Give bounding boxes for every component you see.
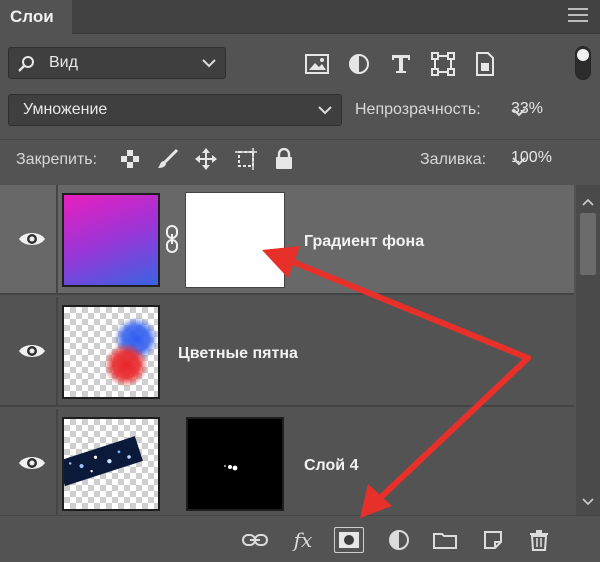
layers-list: Градиент фона Цветные пятна Слой 4 bbox=[0, 185, 574, 515]
blend-mode-label: Умножение bbox=[23, 101, 108, 118]
chevron-down-icon[interactable] bbox=[511, 153, 591, 174]
group-icon[interactable] bbox=[430, 526, 460, 554]
opacity-label: Непрозрачность: bbox=[355, 101, 481, 118]
layer-row[interactable]: Цветные пятна bbox=[0, 297, 574, 407]
type-filter-icon[interactable] bbox=[386, 49, 416, 79]
tab-layers[interactable]: Слои bbox=[0, 0, 72, 34]
layers-panel: Слои Вид Умножение Непрозрачность: 33% З… bbox=[0, 0, 600, 562]
lock-all-icon[interactable] bbox=[272, 147, 296, 171]
layer-mask-thumbnail[interactable] bbox=[185, 192, 285, 288]
eye-icon[interactable] bbox=[18, 341, 46, 361]
layer-style-icon[interactable]: fx bbox=[288, 526, 318, 554]
eye-icon[interactable] bbox=[18, 229, 46, 249]
layer-mask-thumbnail[interactable] bbox=[186, 417, 284, 511]
visibility-column bbox=[0, 409, 58, 515]
fx-label[interactable]: fx bbox=[294, 528, 313, 552]
layer-row[interactable]: Слой 4 bbox=[0, 409, 574, 515]
layer-thumbnail[interactable] bbox=[62, 193, 160, 287]
layer-thumbnail[interactable] bbox=[62, 417, 160, 511]
link-icon[interactable] bbox=[165, 225, 179, 253]
scroll-down-icon[interactable] bbox=[582, 493, 594, 511]
lock-label: Закрепить: bbox=[16, 151, 98, 168]
delete-icon[interactable] bbox=[524, 526, 554, 554]
shape-filter-icon[interactable] bbox=[428, 49, 458, 79]
opacity-field[interactable]: 33% bbox=[503, 99, 593, 125]
visibility-column bbox=[0, 297, 58, 407]
adjustment-layer-icon[interactable] bbox=[384, 526, 414, 554]
layer-row[interactable]: Градиент фона bbox=[0, 185, 574, 295]
filter-toggle[interactable] bbox=[575, 46, 591, 80]
layers-scrollbar[interactable] bbox=[576, 185, 600, 515]
layer-thumbnail[interactable] bbox=[62, 305, 160, 399]
divider bbox=[0, 139, 600, 140]
layer-name[interactable]: Цветные пятна bbox=[178, 345, 298, 363]
layers-bottom-toolbar: fx bbox=[0, 515, 600, 562]
eye-icon[interactable] bbox=[18, 453, 46, 473]
add-mask-icon[interactable] bbox=[334, 527, 364, 553]
fill-field[interactable]: 100% bbox=[503, 148, 593, 174]
lock-image-pixels-icon[interactable] bbox=[156, 147, 180, 171]
layer-name[interactable]: Градиент фона bbox=[304, 233, 424, 251]
lock-position-icon[interactable] bbox=[194, 147, 218, 171]
link-layers-icon[interactable] bbox=[240, 526, 270, 554]
layer-filter-label: Вид bbox=[49, 54, 78, 71]
visibility-column bbox=[0, 185, 58, 295]
search-icon bbox=[17, 54, 37, 79]
chevron-down-icon bbox=[201, 55, 217, 76]
lock-transparent-pixels-icon[interactable] bbox=[118, 147, 142, 171]
chevron-down-icon[interactable] bbox=[511, 104, 591, 125]
new-layer-icon[interactable] bbox=[478, 526, 508, 554]
layer-filter-dropdown[interactable]: Вид bbox=[8, 47, 226, 79]
chevron-down-icon bbox=[317, 102, 333, 123]
scroll-up-icon[interactable] bbox=[582, 193, 594, 211]
adjustment-filter-icon[interactable] bbox=[344, 49, 374, 79]
image-filter-icon[interactable] bbox=[302, 49, 332, 79]
scrollbar-thumb[interactable] bbox=[580, 213, 596, 275]
smart-object-filter-icon[interactable] bbox=[470, 49, 500, 79]
panel-tabbar: Слои bbox=[0, 0, 600, 34]
fill-label: Заливка: bbox=[420, 151, 487, 168]
blend-mode-dropdown[interactable]: Умножение bbox=[8, 94, 342, 126]
lock-artboard-icon[interactable] bbox=[234, 147, 258, 171]
panel-menu-icon[interactable] bbox=[568, 8, 588, 26]
layer-name[interactable]: Слой 4 bbox=[304, 457, 358, 475]
